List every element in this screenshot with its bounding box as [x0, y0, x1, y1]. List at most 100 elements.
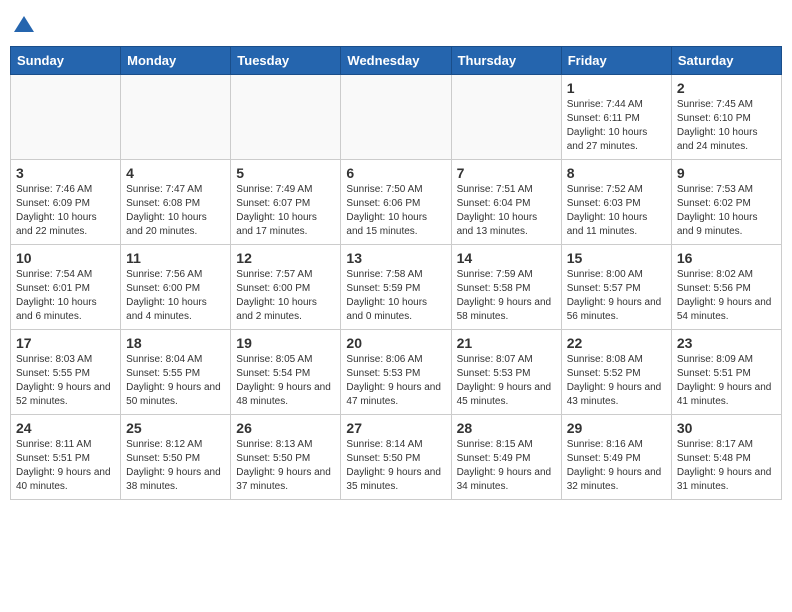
calendar-cell: 14 Sunrise: 7:59 AM Sunset: 5:58 PM Dayli…: [451, 245, 561, 330]
day-number: 10: [16, 250, 115, 266]
calendar-cell: 18Sunrise: 8:04 AM Sunset: 5:55 PM Dayli…: [121, 330, 231, 415]
calendar-week-5: 24 Sunrise: 8:11 AM Sunset: 5:51 PM Dayli…: [11, 415, 782, 500]
calendar-cell: 21 Sunrise: 8:07 AM Sunset: 5:53 PM Dayli…: [451, 330, 561, 415]
calendar-week-2: 3 Sunrise: 7:46 AM Sunset: 6:09 PM Daylig…: [11, 160, 782, 245]
day-number: 11: [126, 250, 225, 266]
logo: [10, 10, 36, 38]
calendar-cell: 1Sunrise: 7:44 AM Sunset: 6:11 PM Daylig…: [561, 75, 671, 160]
day-info: Sunrise: 7:46 AM Sunset: 6:09 PM Dayligh…: [16, 183, 115, 239]
day-info: Sunrise: 8:16 AM Sunset: 5:49 PM Dayligh…: [567, 438, 666, 494]
calendar-week-1: 1Sunrise: 7:44 AM Sunset: 6:11 PM Daylig…: [11, 75, 782, 160]
calendar-cell: 5 Sunrise: 7:49 AM Sunset: 6:07 PM Daylig…: [231, 160, 341, 245]
weekday-header-thursday: Thursday: [451, 47, 561, 75]
day-number: 5: [236, 165, 335, 181]
logo-icon: [12, 14, 36, 38]
day-info: Sunrise: 8:06 AM Sunset: 5:53 PM Dayligh…: [346, 353, 445, 409]
weekday-header-tuesday: Tuesday: [231, 47, 341, 75]
calendar-cell: 9 Sunrise: 7:53 AM Sunset: 6:02 PM Daylig…: [671, 160, 781, 245]
calendar-cell: [231, 75, 341, 160]
day-info: Sunrise: 7:47 AM Sunset: 6:08 PM Dayligh…: [126, 183, 225, 239]
day-info: Sunrise: 7:59 AM Sunset: 5:58 PM Dayligh…: [457, 268, 556, 324]
calendar-header: SundayMondayTuesdayWednesdayThursdayFrid…: [11, 47, 782, 75]
calendar-cell: 28Sunrise: 8:15 AM Sunset: 5:49 PM Dayli…: [451, 415, 561, 500]
day-number: 22: [567, 335, 666, 351]
day-info: Sunrise: 8:12 AM Sunset: 5:50 PM Dayligh…: [126, 438, 225, 494]
calendar-body: 1Sunrise: 7:44 AM Sunset: 6:11 PM Daylig…: [11, 75, 782, 500]
day-number: 12: [236, 250, 335, 266]
day-info: Sunrise: 7:56 AM Sunset: 6:00 PM Dayligh…: [126, 268, 225, 324]
calendar-cell: [121, 75, 231, 160]
day-number: 27: [346, 420, 445, 436]
calendar-cell: 27Sunrise: 8:14 AM Sunset: 5:50 PM Dayli…: [341, 415, 451, 500]
day-number: 6: [346, 165, 445, 181]
day-number: 17: [16, 335, 115, 351]
calendar-cell: 23 Sunrise: 8:09 AM Sunset: 5:51 PM Dayli…: [671, 330, 781, 415]
calendar-cell: 16 Sunrise: 8:02 AM Sunset: 5:56 PM Dayli…: [671, 245, 781, 330]
weekday-header-monday: Monday: [121, 47, 231, 75]
calendar-week-3: 10 Sunrise: 7:54 AM Sunset: 6:01 PM Dayli…: [11, 245, 782, 330]
day-number: 7: [457, 165, 556, 181]
weekday-header-saturday: Saturday: [671, 47, 781, 75]
day-info: Sunrise: 8:05 AM Sunset: 5:54 PM Dayligh…: [236, 353, 335, 409]
calendar-cell: 11 Sunrise: 7:56 AM Sunset: 6:00 PM Dayli…: [121, 245, 231, 330]
day-info: Sunrise: 8:00 AM Sunset: 5:57 PM Dayligh…: [567, 268, 666, 324]
weekday-header-wednesday: Wednesday: [341, 47, 451, 75]
day-info: Sunrise: 7:50 AM Sunset: 6:06 PM Dayligh…: [346, 183, 445, 239]
day-info: Sunrise: 8:07 AM Sunset: 5:53 PM Dayligh…: [457, 353, 556, 409]
day-info: Sunrise: 8:09 AM Sunset: 5:51 PM Dayligh…: [677, 353, 776, 409]
calendar-cell: [11, 75, 121, 160]
calendar-cell: 12Sunrise: 7:57 AM Sunset: 6:00 PM Dayli…: [231, 245, 341, 330]
day-number: 18: [126, 335, 225, 351]
day-info: Sunrise: 8:13 AM Sunset: 5:50 PM Dayligh…: [236, 438, 335, 494]
day-number: 26: [236, 420, 335, 436]
calendar-cell: 25 Sunrise: 8:12 AM Sunset: 5:50 PM Dayli…: [121, 415, 231, 500]
calendar-week-4: 17 Sunrise: 8:03 AM Sunset: 5:55 PM Dayli…: [11, 330, 782, 415]
day-info: Sunrise: 8:15 AM Sunset: 5:49 PM Dayligh…: [457, 438, 556, 494]
day-info: Sunrise: 7:51 AM Sunset: 6:04 PM Dayligh…: [457, 183, 556, 239]
day-number: 21: [457, 335, 556, 351]
calendar-cell: 3 Sunrise: 7:46 AM Sunset: 6:09 PM Daylig…: [11, 160, 121, 245]
calendar-cell: [451, 75, 561, 160]
weekday-header-row: SundayMondayTuesdayWednesdayThursdayFrid…: [11, 47, 782, 75]
calendar-table: SundayMondayTuesdayWednesdayThursdayFrid…: [10, 46, 782, 500]
calendar-cell: 26 Sunrise: 8:13 AM Sunset: 5:50 PM Dayli…: [231, 415, 341, 500]
day-number: 14: [457, 250, 556, 266]
calendar-cell: 7 Sunrise: 7:51 AM Sunset: 6:04 PM Daylig…: [451, 160, 561, 245]
day-info: Sunrise: 7:49 AM Sunset: 6:07 PM Dayligh…: [236, 183, 335, 239]
day-number: 3: [16, 165, 115, 181]
day-number: 29: [567, 420, 666, 436]
day-number: 9: [677, 165, 776, 181]
weekday-header-sunday: Sunday: [11, 47, 121, 75]
calendar-cell: 6 Sunrise: 7:50 AM Sunset: 6:06 PM Daylig…: [341, 160, 451, 245]
day-number: 1: [567, 80, 666, 96]
day-info: Sunrise: 8:17 AM Sunset: 5:48 PM Dayligh…: [677, 438, 776, 494]
day-number: 23: [677, 335, 776, 351]
day-info: Sunrise: 7:45 AM Sunset: 6:10 PM Dayligh…: [677, 98, 776, 154]
calendar-cell: 17 Sunrise: 8:03 AM Sunset: 5:55 PM Dayli…: [11, 330, 121, 415]
calendar-cell: 29 Sunrise: 8:16 AM Sunset: 5:49 PM Dayli…: [561, 415, 671, 500]
calendar-cell: 10 Sunrise: 7:54 AM Sunset: 6:01 PM Dayli…: [11, 245, 121, 330]
day-number: 16: [677, 250, 776, 266]
day-number: 20: [346, 335, 445, 351]
day-number: 13: [346, 250, 445, 266]
day-info: Sunrise: 7:58 AM Sunset: 5:59 PM Dayligh…: [346, 268, 445, 324]
logo-general-text: [10, 14, 36, 38]
calendar-cell: 20 Sunrise: 8:06 AM Sunset: 5:53 PM Dayli…: [341, 330, 451, 415]
calendar-cell: 24 Sunrise: 8:11 AM Sunset: 5:51 PM Dayli…: [11, 415, 121, 500]
day-number: 4: [126, 165, 225, 181]
calendar-cell: 30 Sunrise: 8:17 AM Sunset: 5:48 PM Dayli…: [671, 415, 781, 500]
calendar-cell: 13 Sunrise: 7:58 AM Sunset: 5:59 PM Dayli…: [341, 245, 451, 330]
day-info: Sunrise: 8:03 AM Sunset: 5:55 PM Dayligh…: [16, 353, 115, 409]
day-number: 25: [126, 420, 225, 436]
day-number: 19: [236, 335, 335, 351]
day-number: 30: [677, 420, 776, 436]
day-info: Sunrise: 7:54 AM Sunset: 6:01 PM Dayligh…: [16, 268, 115, 324]
day-info: Sunrise: 8:11 AM Sunset: 5:51 PM Dayligh…: [16, 438, 115, 494]
day-number: 2: [677, 80, 776, 96]
day-info: Sunrise: 8:02 AM Sunset: 5:56 PM Dayligh…: [677, 268, 776, 324]
page-header: [10, 10, 782, 38]
day-number: 8: [567, 165, 666, 181]
day-info: Sunrise: 7:53 AM Sunset: 6:02 PM Dayligh…: [677, 183, 776, 239]
calendar-cell: 22Sunrise: 8:08 AM Sunset: 5:52 PM Dayli…: [561, 330, 671, 415]
day-number: 24: [16, 420, 115, 436]
